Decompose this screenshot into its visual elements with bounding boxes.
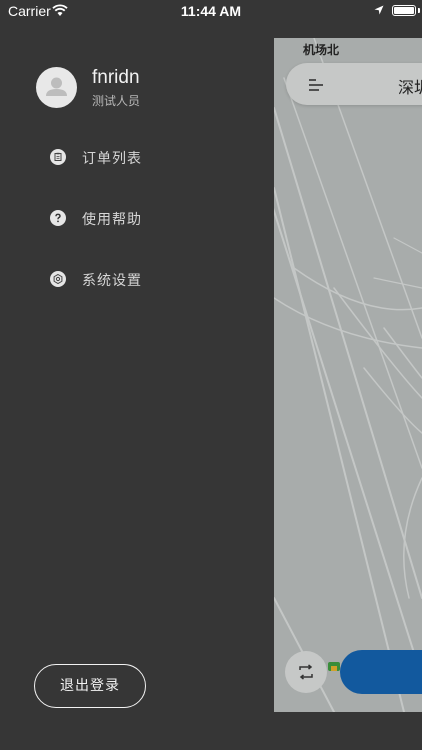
battery-icon	[392, 5, 416, 16]
user-role: 测试人员	[92, 94, 141, 108]
menu-item-orders[interactable]: 订单列表	[50, 143, 250, 171]
menu-item-help[interactable]: 使用帮助	[50, 204, 250, 232]
primary-action-button[interactable]	[340, 650, 422, 694]
menu-item-label: 使用帮助	[82, 211, 142, 227]
map-place-label: 机场北	[303, 43, 340, 57]
swap-icon	[299, 664, 313, 680]
menu-item-settings[interactable]: 系统设置	[50, 265, 250, 293]
map-marker-accent	[331, 666, 337, 671]
map-top-bar: 深圳	[286, 63, 422, 105]
clock: 11:44 AM	[180, 3, 242, 19]
side-drawer: fnridn 测试人员 订单列表 使用帮助 系统设置 退出登录	[0, 0, 274, 750]
swap-button[interactable]	[285, 651, 327, 693]
map-roads	[274, 38, 422, 712]
user-name: fnridn	[92, 67, 140, 88]
menu-item-label: 系统设置	[82, 272, 142, 288]
map-view[interactable]: 机场北 深圳	[274, 38, 422, 712]
city-label[interactable]: 深圳	[398, 74, 422, 98]
battery-tip	[418, 8, 420, 13]
help-icon	[50, 210, 66, 226]
clipboard-icon	[50, 149, 66, 165]
menu-item-label: 订单列表	[82, 150, 142, 166]
menu-lines-icon[interactable]	[308, 78, 324, 92]
settings-icon	[50, 271, 66, 287]
logout-button[interactable]: 退出登录	[34, 664, 146, 708]
status-bar: Carrier 11:44 AM	[0, 0, 422, 22]
user-avatar-icon[interactable]	[36, 67, 77, 108]
location-arrow-icon	[374, 5, 384, 15]
